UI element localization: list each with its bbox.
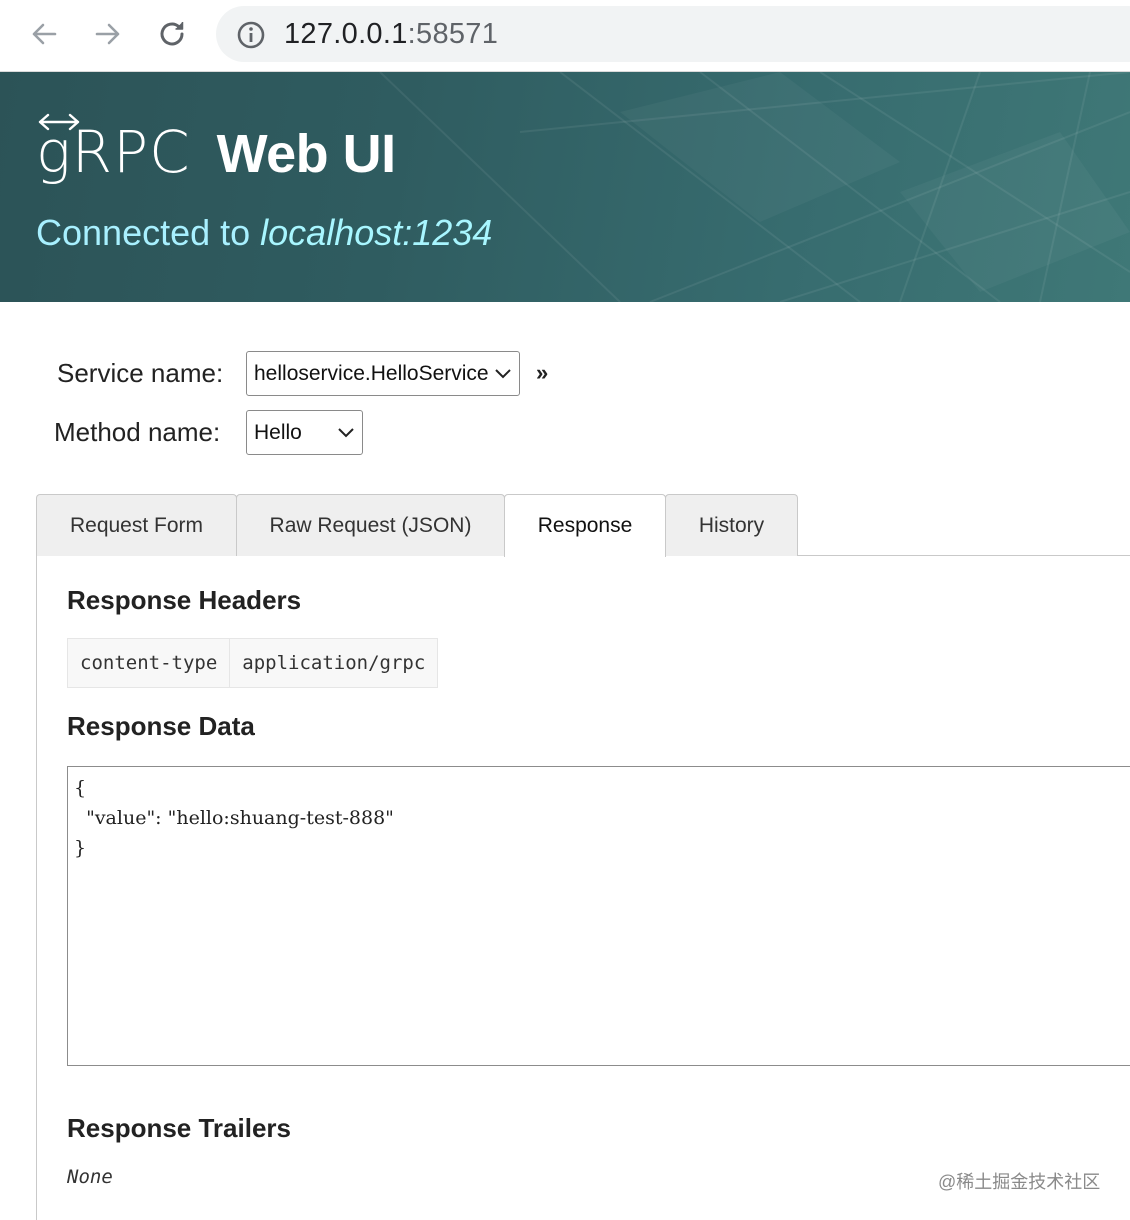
url-host: 127.0.0.1 [284,18,408,50]
method-name-label: Method name: [54,417,221,447]
method-select-value: Hello [254,421,302,444]
url-port: :58571 [407,18,499,50]
page-header: gRPC Web UI Connected to localhost:1234 [0,72,1130,302]
header-key: content-type [80,652,218,674]
invoke-arrow-button[interactable]: » [536,360,562,386]
connected-prefix: Connected to [36,212,251,253]
tab-request-form[interactable]: Request Form [36,494,237,556]
service-name-label: Service name: [57,358,224,388]
grpc-logo: gRPC [36,113,191,186]
forward-button[interactable] [88,14,128,54]
url-text: 127.0.0.1:58571 [284,18,498,50]
method-select[interactable]: Hello [246,410,363,455]
app-title: Web UI [216,124,397,184]
address-bar[interactable]: 127.0.0.1:58571 [216,6,1130,62]
response-data-textarea[interactable]: { "value": "hello:shuang-test-888" } [67,766,1130,1066]
connection-status: Connected to localhost:1234 [36,212,492,254]
connected-host: localhost:1234 [260,212,493,253]
grpc-arrows-icon [38,113,80,131]
service-select-value: helloservice.HelloService [254,362,489,385]
service-select[interactable]: helloservice.HelloService [246,351,520,396]
info-icon[interactable] [236,20,266,50]
app-logo: gRPC Web UI [36,113,397,190]
browser-toolbar: 127.0.0.1:58571 [0,0,1130,72]
arrow-right-icon [95,23,120,45]
response-headers-table: content-type application/grpc [67,638,439,688]
chevron-down-icon [338,428,354,438]
tab-response[interactable]: Response [504,494,666,557]
response-trailers-title: Response Trailers [67,1113,291,1143]
tab-raw-request[interactable]: Raw Request (JSON) [236,494,505,556]
chevron-down-icon [495,369,511,379]
watermark: @稀土掘金技术社区 [938,1172,1101,1192]
header-value: application/grpc [229,639,437,687]
arrow-left-icon [32,23,57,45]
reload-icon [160,22,184,46]
response-headers-title: Response Headers [67,585,302,615]
response-trailers-value: None [67,1166,113,1188]
response-data-title: Response Data [67,711,255,741]
tab-history[interactable]: History [665,494,798,556]
back-button[interactable] [24,14,64,54]
reload-button[interactable] [152,14,192,54]
response-data-text: { "value": "hello:shuang-test-888" } [74,777,394,859]
